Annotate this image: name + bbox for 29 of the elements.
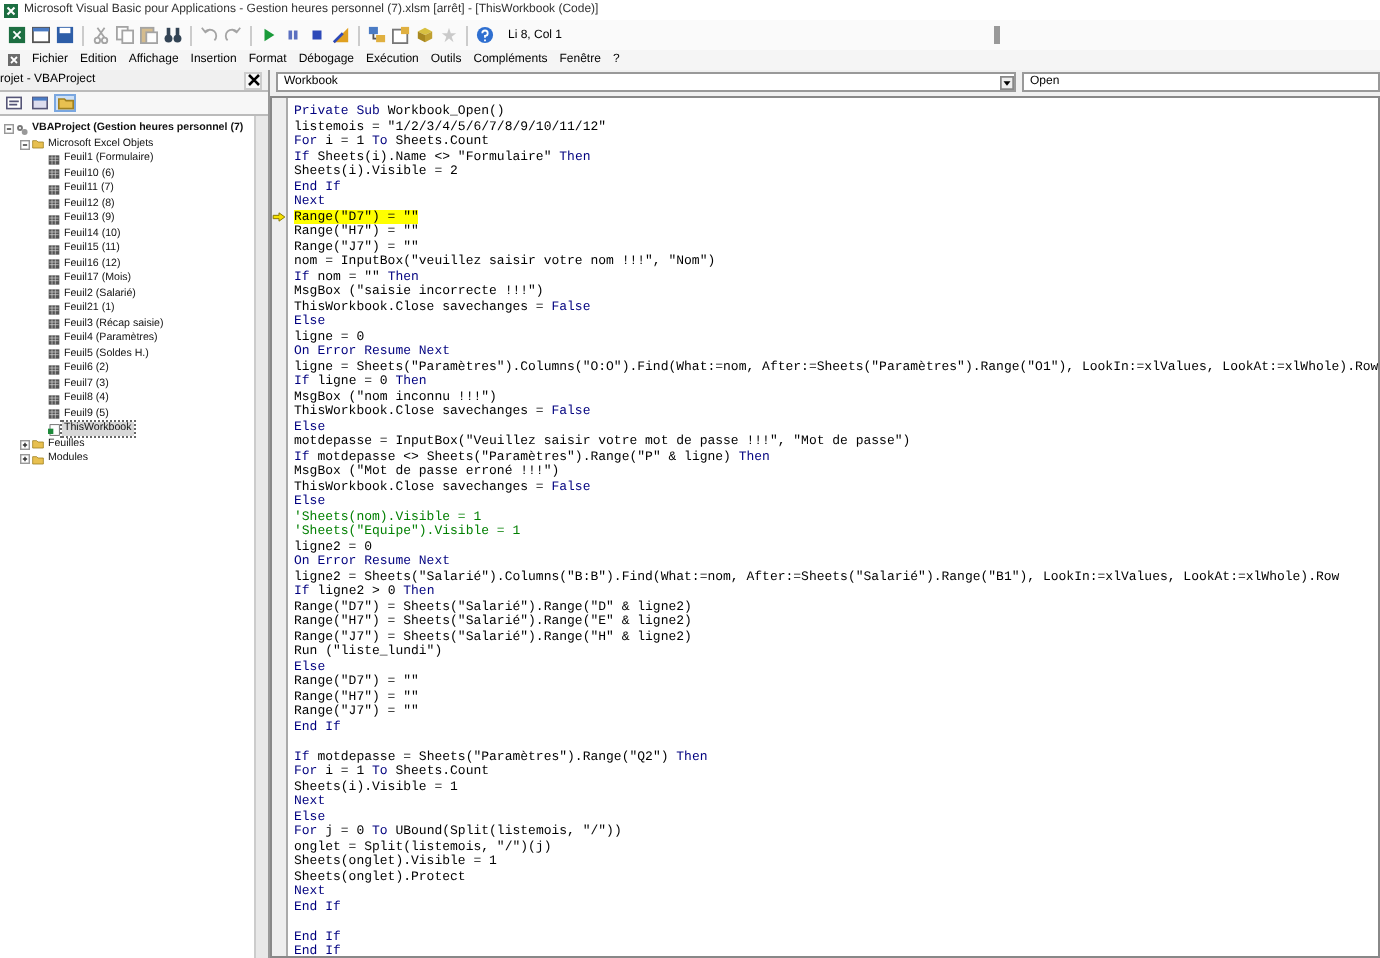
toolbar-grip[interactable] (994, 26, 1000, 44)
app-icon[interactable] (8, 54, 20, 66)
properties-icon[interactable] (392, 26, 410, 44)
expand-icon[interactable] (20, 454, 30, 465)
toggle-folders-button[interactable] (54, 94, 76, 112)
workbook-icon (48, 423, 60, 436)
run-icon[interactable] (260, 26, 278, 44)
pause-icon[interactable] (284, 26, 302, 44)
folder-icon (32, 138, 44, 151)
close-button[interactable] (244, 71, 262, 89)
close-icon (247, 74, 259, 86)
project-icon (16, 123, 28, 136)
view-object-button[interactable] (28, 94, 50, 112)
code-editor[interactable] (270, 96, 1380, 958)
binoculars-icon[interactable] (164, 26, 182, 44)
project-explorer-icon[interactable] (368, 26, 386, 44)
dropdown-arrow-icon[interactable] (1000, 75, 1014, 89)
object-browser-icon[interactable] (416, 26, 434, 44)
form-icon[interactable] (32, 26, 50, 44)
collapse-icon[interactable] (20, 139, 30, 150)
collapse-icon[interactable] (4, 124, 14, 135)
view-code-button[interactable] (2, 94, 24, 112)
scrollbar[interactable] (254, 116, 268, 958)
design-mode-icon[interactable] (332, 26, 350, 44)
help-icon[interactable] (476, 26, 494, 44)
expand-icon[interactable] (20, 439, 30, 450)
save-icon[interactable] (56, 26, 74, 44)
stop-icon[interactable] (308, 26, 326, 44)
spreadsheet-icon[interactable] (8, 26, 26, 44)
